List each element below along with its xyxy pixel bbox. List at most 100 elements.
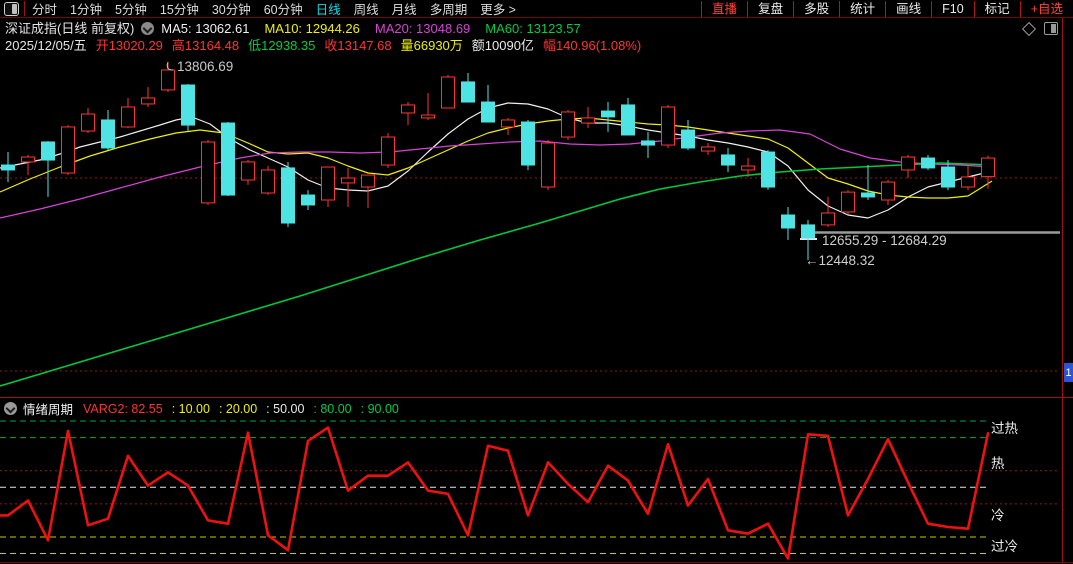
candle-up: [701, 142, 715, 155]
candle-up: [81, 108, 95, 133]
candle-up: [981, 155, 995, 189]
candle-up: [561, 110, 575, 140]
candle-down: [761, 149, 775, 190]
candle-down: [41, 140, 55, 197]
indicator-header: 情绪周期 VARG2: 82.55: 10.00: 20.00: 50.00: …: [4, 399, 408, 418]
period-tab[interactable]: 周线: [354, 0, 379, 18]
period-tab[interactable]: 日线: [316, 0, 341, 18]
candle-up: [121, 97, 135, 128]
period-tab[interactable]: 30分钟: [212, 0, 251, 18]
period-tab[interactable]: 月线: [392, 0, 417, 18]
period-tab[interactable]: 分时: [32, 0, 57, 18]
topbar-action[interactable]: 标记: [973, 0, 1020, 17]
candle-down: [601, 102, 615, 132]
candle-down: [221, 122, 235, 197]
topbar-actions: 直播 复盘 多股 统计 画线 F10 标记 +自选: [701, 0, 1073, 17]
candle-up: [61, 125, 75, 176]
candle-down: [101, 110, 115, 150]
candle-down: [281, 161, 295, 227]
ma-value: MA60: 13123.57: [485, 21, 581, 36]
topbar-action[interactable]: 复盘: [747, 0, 793, 17]
candle-down: [721, 147, 735, 173]
period-tab[interactable]: 多周期: [430, 0, 468, 18]
indicator-param: : 80.00: [313, 401, 352, 416]
instrument-title: 深证成指(日线 前复权): [5, 21, 135, 36]
candle-down: [781, 206, 795, 240]
indicator-param: : 50.00: [266, 401, 305, 416]
topbar-action[interactable]: 画线: [885, 0, 931, 17]
collapse-panel-icon[interactable]: [4, 402, 17, 415]
quote-value: 幅140.96(1.08%): [542, 38, 642, 53]
zone-label: 过热: [991, 421, 1019, 436]
quote-value: 额10090亿: [471, 38, 534, 53]
period-tabs: 分时 1分钟 5分钟 15分钟 30分钟 60分钟 日线 周线 月线 多周期 更多 >: [32, 0, 516, 18]
candle-down: [481, 84, 495, 123]
candle-up: [241, 160, 255, 185]
candle-up: [421, 93, 435, 120]
ohlc-info-row: 2025/12/05/五 开13020.29 高13164.48 低12938.35…: [5, 37, 650, 54]
quote-value: 收13147.68: [324, 38, 392, 53]
indicator-param: : 20.00: [218, 401, 258, 416]
quote-value: 高13164.48: [171, 38, 240, 53]
ma-info-row: 深证成指(日线 前复权) MA5: 13062.61 MA10: 12944.26…: [5, 20, 650, 37]
quote-value: 量66930万: [400, 38, 463, 53]
candle-up: [841, 190, 855, 214]
indicator-param: VARG2: 82.55: [83, 401, 163, 416]
indicator-params: VARG2: 82.55: 10.00: 20.00: 50.00: 80.00…: [83, 402, 408, 416]
candle-up: [881, 180, 895, 205]
app-window: 分时 1分钟 5分钟 15分钟 30分钟 60分钟 日线 周线 月线 多周期 更多 > 直播 复盘 多股…: [0, 0, 1073, 564]
window-layout-icon[interactable]: [4, 1, 19, 16]
candle-down: [301, 190, 315, 211]
topbar-divider: [24, 1, 25, 16]
quote-value: 开13020.29: [95, 38, 163, 53]
candle-up: [661, 104, 675, 148]
period-tab[interactable]: 5分钟: [115, 0, 147, 18]
chart-canvas[interactable]: 过热热冷过冷 13806.69 12655.29 - 12684.29 ←12448.…: [0, 0, 1073, 564]
topbar-action[interactable]: 直播: [701, 0, 747, 17]
candle-down: [181, 84, 195, 132]
dropdown-circle-icon[interactable]: [141, 22, 155, 35]
low-price-label: ←12448.32: [805, 253, 875, 268]
candle-down: [1, 152, 15, 183]
candle-down: [521, 119, 535, 170]
period-tab[interactable]: 1分钟: [70, 0, 102, 18]
candlestick-series: [1, 62, 995, 260]
candle-up: [961, 165, 975, 191]
candle-up: [821, 196, 835, 227]
quote-values: 开13020.29 高13164.48 低12938.35 收13147.68 量669…: [96, 37, 651, 54]
candle-up: [141, 87, 155, 107]
candle-up: [161, 62, 175, 92]
sidebar-toggle-icon[interactable]: [1044, 22, 1058, 35]
ma-values: MA5: 13062.61 MA10: 12944.26 MA20: 13048.6…: [161, 20, 595, 37]
topbar-action[interactable]: 统计: [839, 0, 885, 17]
period-tab[interactable]: 15分钟: [160, 0, 199, 18]
trade-date: 2025/12/05/五: [5, 38, 87, 53]
candle-up: [501, 117, 515, 135]
candle-up: [201, 139, 215, 205]
candle-up: [381, 132, 395, 168]
topbar-action[interactable]: F10: [931, 0, 974, 17]
varg2-line: [0, 426, 990, 560]
quote-info-panel: 深证成指(日线 前复权) MA5: 13062.61 MA10: 12944.26…: [5, 20, 650, 54]
ma-value: MA10: 12944.26: [264, 21, 360, 36]
page-indicator[interactable]: 1: [1064, 363, 1073, 382]
candle-up: [361, 174, 375, 209]
ma-value: MA20: 13048.69: [374, 21, 471, 36]
zone-label: 冷: [991, 508, 1005, 523]
candle-up: [901, 154, 915, 178]
candle-down: [621, 97, 635, 136]
candle-down: [861, 165, 875, 200]
period-tab[interactable]: 60分钟: [264, 0, 303, 18]
topbar-action[interactable]: 多股: [793, 0, 839, 17]
period-tab[interactable]: 更多 >: [480, 0, 516, 18]
high-price-label: 13806.69: [177, 59, 233, 74]
zone-label: 过冷: [991, 539, 1018, 554]
candle-down: [461, 73, 475, 103]
ma-value: MA5: 13062.61: [161, 21, 250, 36]
topbar-action[interactable]: +自选: [1019, 0, 1073, 17]
candle-up: [401, 102, 415, 126]
candle-up: [441, 74, 455, 109]
zone-label: 热: [991, 456, 1005, 471]
candle-up: [581, 106, 595, 128]
quote-value: 低12938.35: [248, 38, 316, 53]
